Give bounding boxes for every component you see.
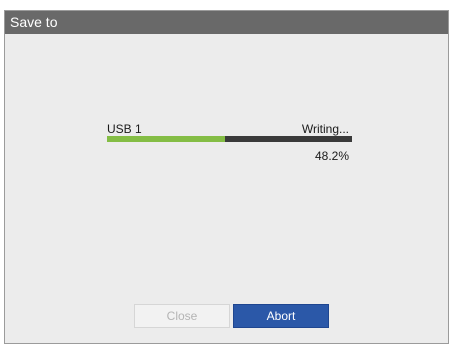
save-to-dialog: Save to USB 1 Writing... 48.2% Close Abo… bbox=[4, 10, 449, 344]
status-label: Writing... bbox=[301, 122, 349, 136]
abort-button[interactable]: Abort bbox=[233, 304, 329, 328]
progress-percent: 48.2% bbox=[314, 149, 349, 163]
progress-fill bbox=[107, 136, 226, 142]
device-label: USB 1 bbox=[107, 122, 142, 136]
progress-bar bbox=[107, 136, 352, 142]
close-button[interactable]: Close bbox=[134, 304, 230, 328]
dialog-title: Save to bbox=[5, 11, 448, 34]
